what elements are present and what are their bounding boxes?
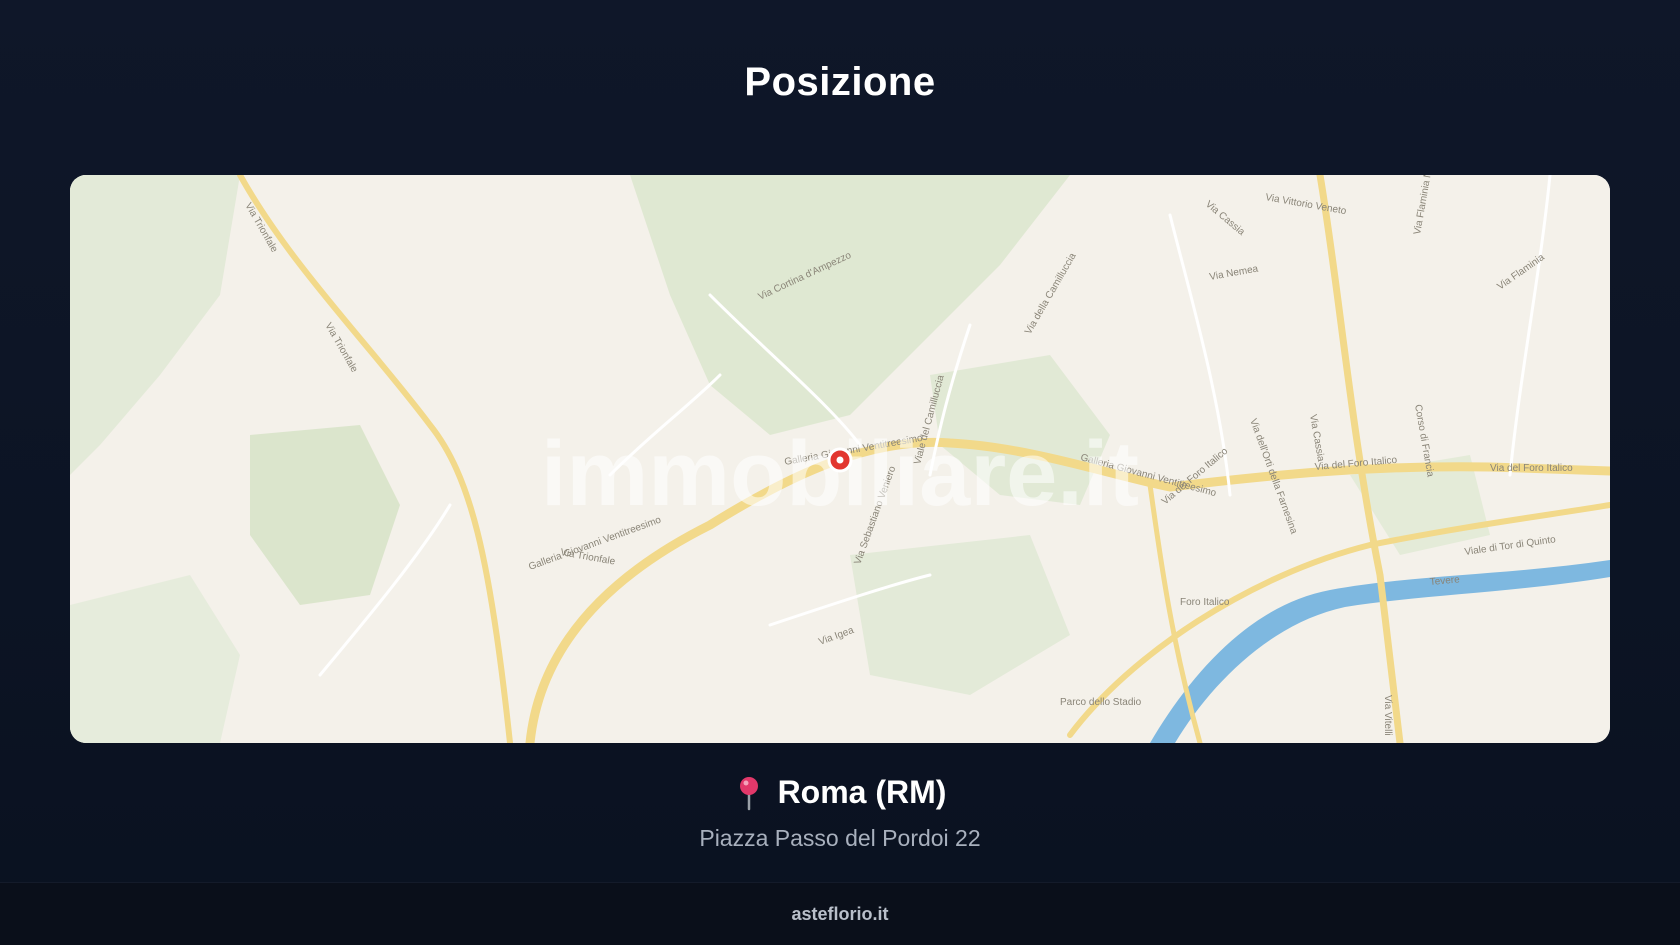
- street-label: Via del Foro Italico: [1490, 463, 1573, 474]
- street-label: Via Vitelli: [1382, 695, 1393, 736]
- map[interactable]: Via Trionfale Via Trionfale Via Cortina d'…: [70, 175, 1610, 743]
- footer: asteflorio.it: [0, 882, 1680, 945]
- location-marker[interactable]: [827, 447, 853, 473]
- location-city: Roma (RM): [777, 774, 947, 810]
- map-canvas[interactable]: Via TrionfaleVia TrionfaleVia Cortina d'…: [70, 175, 1610, 743]
- location-address: Piazza Passo del Pordoi 22: [699, 825, 981, 851]
- map-watermark: immobiliare.it: [541, 423, 1139, 525]
- footer-site-name[interactable]: asteflorio.it: [791, 904, 888, 925]
- street-label: Parco dello Stadio: [1060, 697, 1142, 708]
- location-info: Roma (RM) Piazza Passo del Pordoi 22: [0, 774, 1680, 852]
- page-title: Posizione: [744, 60, 936, 104]
- pin-icon: [734, 775, 764, 811]
- street-label: Foro Italico: [1180, 597, 1230, 608]
